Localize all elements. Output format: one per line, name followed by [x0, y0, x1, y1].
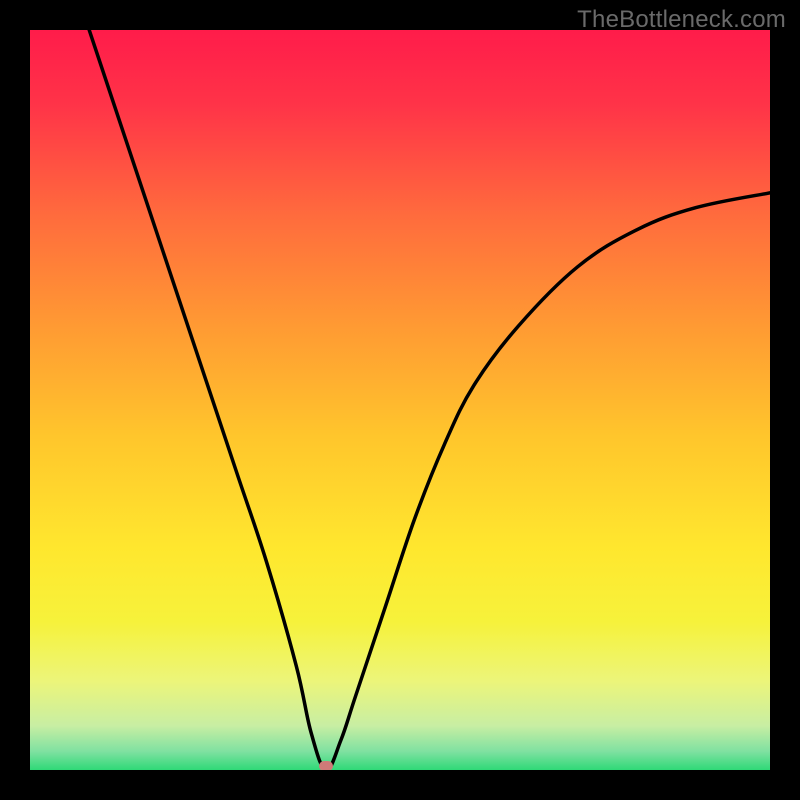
plot-svg	[30, 30, 770, 770]
watermark-text: TheBottleneck.com	[577, 6, 786, 34]
gradient-background	[30, 30, 770, 770]
minimum-marker	[319, 761, 333, 770]
chart-frame: TheBottleneck.com	[0, 0, 800, 800]
plot-area	[30, 30, 770, 770]
